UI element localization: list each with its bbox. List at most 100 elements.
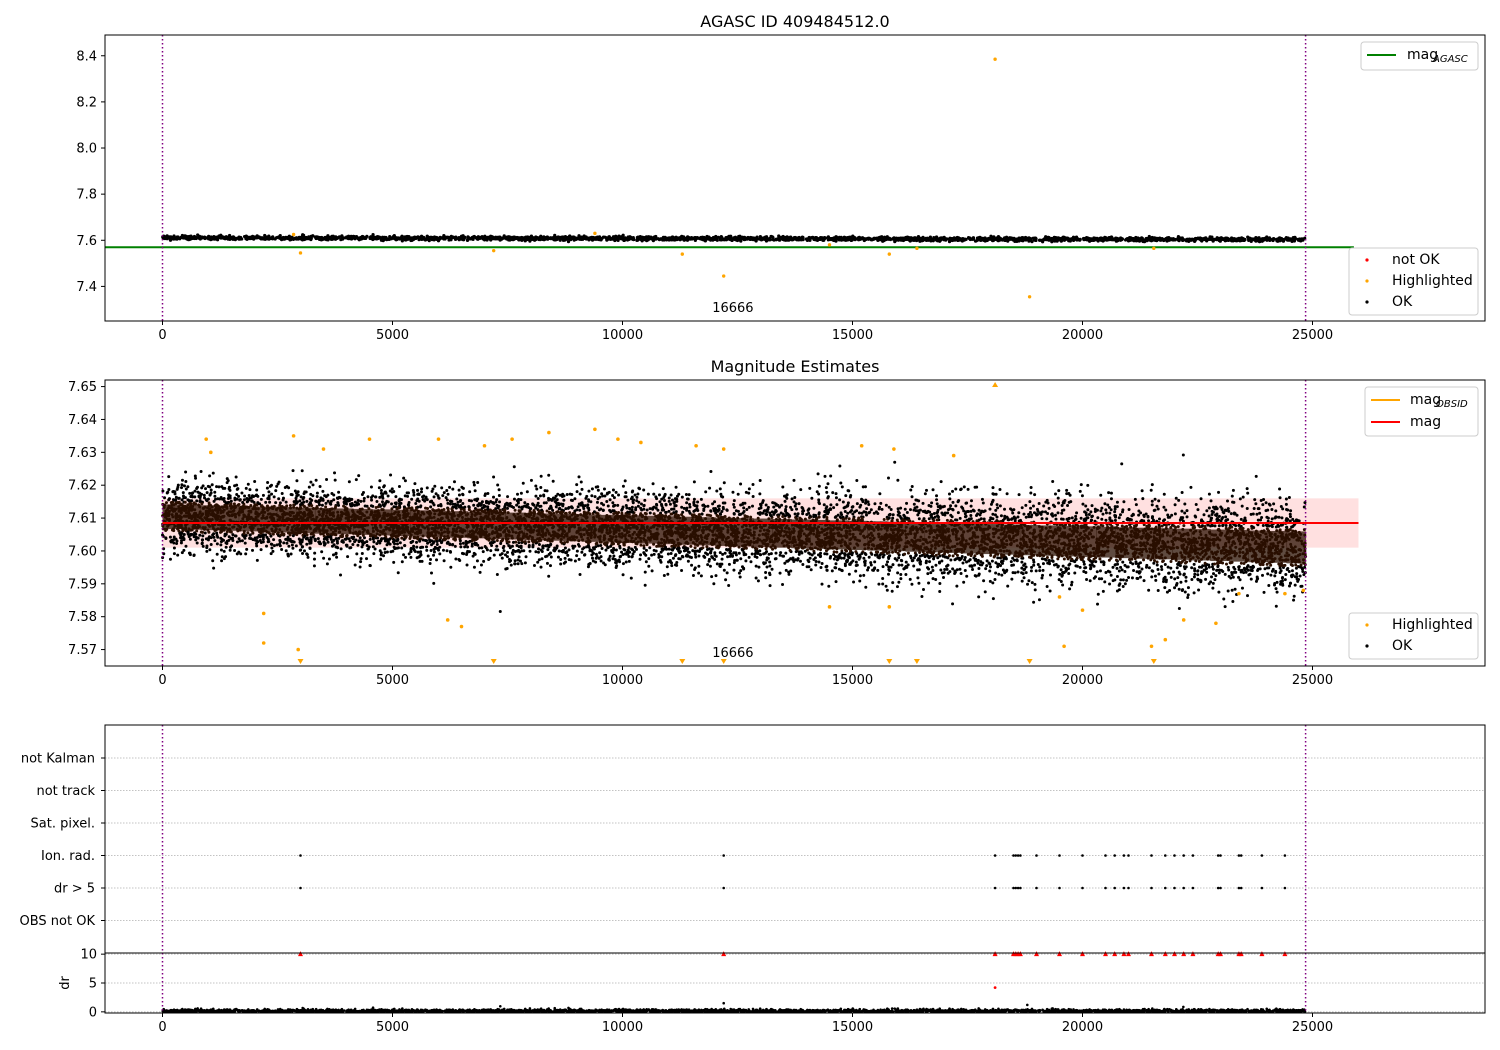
highlighted-point bbox=[915, 246, 919, 251]
ok-point bbox=[951, 500, 955, 504]
ok-point bbox=[1284, 573, 1288, 577]
ok-point bbox=[1278, 496, 1282, 500]
ok-point bbox=[1280, 516, 1284, 520]
ok-point bbox=[1199, 497, 1203, 501]
ok-point bbox=[517, 238, 521, 242]
ok-point bbox=[856, 237, 860, 241]
ok-point bbox=[959, 571, 963, 575]
ok-point bbox=[481, 235, 485, 240]
ok-point bbox=[631, 501, 635, 505]
ok-point bbox=[369, 485, 373, 489]
ok-point bbox=[438, 236, 442, 240]
ok-point bbox=[1295, 572, 1299, 576]
ok-point bbox=[1157, 517, 1161, 521]
ok-point bbox=[789, 235, 793, 239]
ok-point bbox=[904, 235, 908, 240]
ok-point bbox=[528, 549, 532, 553]
ok-point bbox=[1157, 572, 1161, 576]
ok-point bbox=[353, 563, 357, 567]
ok-point bbox=[288, 238, 292, 242]
ok-point bbox=[994, 508, 998, 512]
ok-point bbox=[898, 514, 902, 518]
highlighted-point bbox=[827, 243, 832, 247]
ok-point bbox=[1229, 512, 1233, 516]
ok-point bbox=[1205, 509, 1209, 513]
ok-point bbox=[722, 568, 726, 572]
ok-point bbox=[800, 235, 805, 239]
ok-point bbox=[1292, 237, 1296, 241]
ok-point bbox=[731, 490, 735, 494]
ok-point bbox=[299, 237, 303, 241]
ok-point bbox=[1271, 238, 1275, 243]
ok-point bbox=[1070, 580, 1074, 584]
ok-point bbox=[578, 508, 582, 512]
ok-point bbox=[394, 236, 398, 240]
ok-point bbox=[445, 549, 449, 553]
ok-point bbox=[839, 481, 843, 485]
ok-point bbox=[962, 580, 966, 584]
ok-point bbox=[1115, 500, 1119, 504]
ok-point bbox=[934, 237, 938, 242]
ok-point bbox=[989, 237, 994, 242]
ok-point bbox=[647, 564, 651, 568]
ok-point bbox=[517, 555, 521, 559]
ok-point bbox=[1255, 239, 1259, 243]
ok-point bbox=[642, 546, 646, 550]
ok-point bbox=[667, 499, 671, 503]
ok-point bbox=[729, 234, 733, 238]
ok-point bbox=[948, 497, 952, 501]
ok-point bbox=[1020, 571, 1024, 575]
ok-point bbox=[375, 235, 379, 239]
ok-point bbox=[1041, 562, 1045, 566]
ok-point bbox=[1154, 578, 1158, 582]
ok-point bbox=[781, 554, 785, 558]
ok-point bbox=[498, 610, 502, 614]
ok-point bbox=[230, 236, 234, 240]
ok-point bbox=[1042, 504, 1046, 508]
ok-point bbox=[482, 559, 486, 563]
ok-point bbox=[302, 549, 306, 553]
ok-point bbox=[1205, 239, 1209, 243]
ok-point bbox=[449, 235, 453, 239]
panel-agasc-annotation: 16666 bbox=[712, 301, 753, 316]
ok-point bbox=[1017, 511, 1021, 515]
ok-point bbox=[471, 235, 475, 239]
ok-point bbox=[1078, 238, 1082, 242]
ok-point bbox=[368, 537, 372, 541]
ok-point bbox=[809, 236, 813, 240]
highlighted-point bbox=[887, 252, 891, 256]
ok-point bbox=[621, 573, 625, 577]
ok-point bbox=[858, 579, 862, 583]
panel-agasc: AGASC ID 409484512.0 0 5000 10000 15000 2000… bbox=[76, 12, 1486, 343]
ok-point bbox=[1041, 573, 1045, 577]
ok-point bbox=[1125, 237, 1130, 241]
ok-point bbox=[1278, 237, 1282, 242]
ok-point bbox=[706, 563, 710, 567]
ok-point bbox=[1096, 237, 1100, 241]
ok-point bbox=[180, 486, 184, 490]
ok-point bbox=[814, 559, 818, 563]
ok-point bbox=[692, 509, 696, 513]
ok-point bbox=[193, 236, 197, 240]
ok-point bbox=[900, 563, 904, 567]
x-tick-label: 10000 bbox=[602, 328, 643, 343]
ok-point bbox=[652, 512, 656, 516]
ok-point bbox=[768, 571, 772, 575]
ok-point bbox=[564, 237, 569, 241]
ok-point bbox=[386, 237, 391, 241]
ok-point bbox=[573, 497, 577, 501]
ok-point bbox=[714, 234, 718, 239]
ok-point bbox=[224, 236, 229, 240]
ok-point bbox=[392, 234, 396, 238]
ok-point bbox=[644, 235, 649, 239]
ok-point bbox=[536, 560, 540, 564]
ok-point bbox=[461, 501, 465, 505]
ok-point bbox=[1109, 573, 1113, 577]
legend-highlighted-label: Highlighted bbox=[1392, 273, 1473, 289]
ok-point bbox=[881, 565, 885, 569]
ok-point bbox=[778, 571, 782, 575]
ok-point bbox=[896, 478, 900, 482]
ok-point bbox=[1145, 239, 1149, 243]
ok-point bbox=[1287, 238, 1291, 242]
ok-point bbox=[872, 236, 876, 240]
